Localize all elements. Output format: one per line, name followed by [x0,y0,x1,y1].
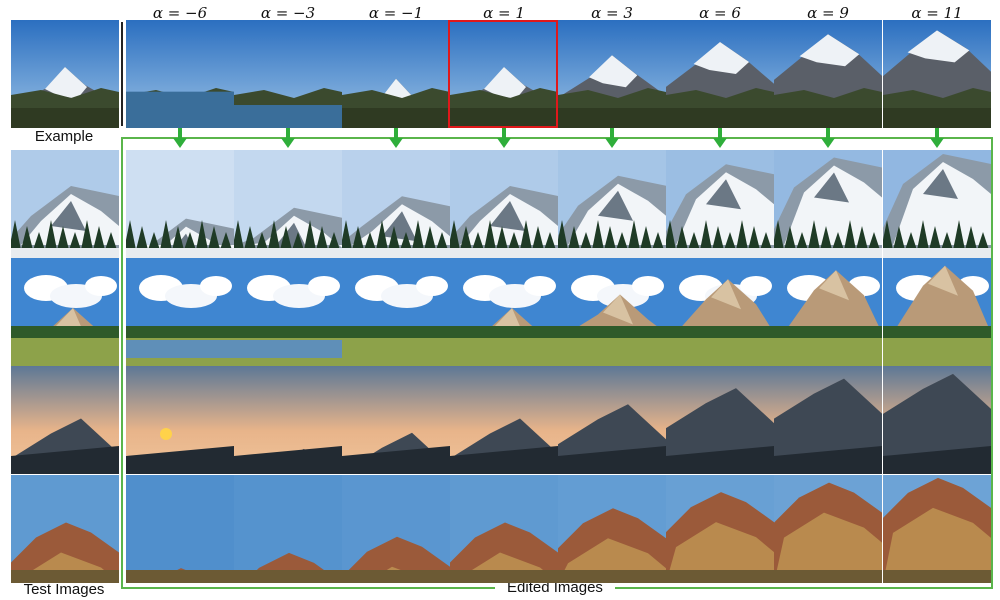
edited-image [666,366,774,474]
edited-image [774,20,882,128]
edited-image [234,366,342,474]
edited-image [666,150,774,258]
arrow-down-icon [605,128,619,148]
test-image [11,258,119,366]
edited-image [774,475,882,583]
arrow-down-icon [389,128,403,148]
edited-image [450,366,558,474]
edited-image [342,366,450,474]
edited-image [234,258,342,366]
edited-image [126,150,234,258]
edited-image [883,20,991,128]
edited-image [450,475,558,583]
edited-image [234,475,342,583]
test-images-label: Test Images [23,581,105,598]
edited-image [342,475,450,583]
edited-image [558,20,666,128]
edited-image [558,366,666,474]
edited-image [126,475,234,583]
edited-image [883,258,991,366]
example-label: Example [34,128,94,145]
arrow-down-icon [173,128,187,148]
edited-image [666,475,774,583]
edited-image [342,20,450,128]
edited-image [450,150,558,258]
edited-image [342,258,450,366]
edited-image [234,20,342,128]
edited-image [342,150,450,258]
arrow-down-icon [930,128,944,148]
test-image [11,475,119,583]
example-separator [121,22,123,126]
test-image [11,366,119,474]
edited-image [126,258,234,366]
edited-image [883,366,991,474]
arrow-down-icon [281,128,295,148]
edited-image [774,366,882,474]
edited-image [883,150,991,258]
edited-image [234,150,342,258]
edited-image [126,366,234,474]
arrow-down-icon [497,128,511,148]
edited-image [558,258,666,366]
selected-alpha-highlight [448,20,558,128]
edited-image [126,20,234,128]
edited-image [558,150,666,258]
edited-image [774,258,882,366]
test-image [11,150,119,258]
edited-image [774,150,882,258]
arrow-down-icon [713,128,727,148]
example-image [11,20,119,128]
edited-image [666,20,774,128]
edited-image [558,475,666,583]
edited-image [450,258,558,366]
arrow-down-icon [821,128,835,148]
edited-image [666,258,774,366]
edited-image [883,475,991,583]
